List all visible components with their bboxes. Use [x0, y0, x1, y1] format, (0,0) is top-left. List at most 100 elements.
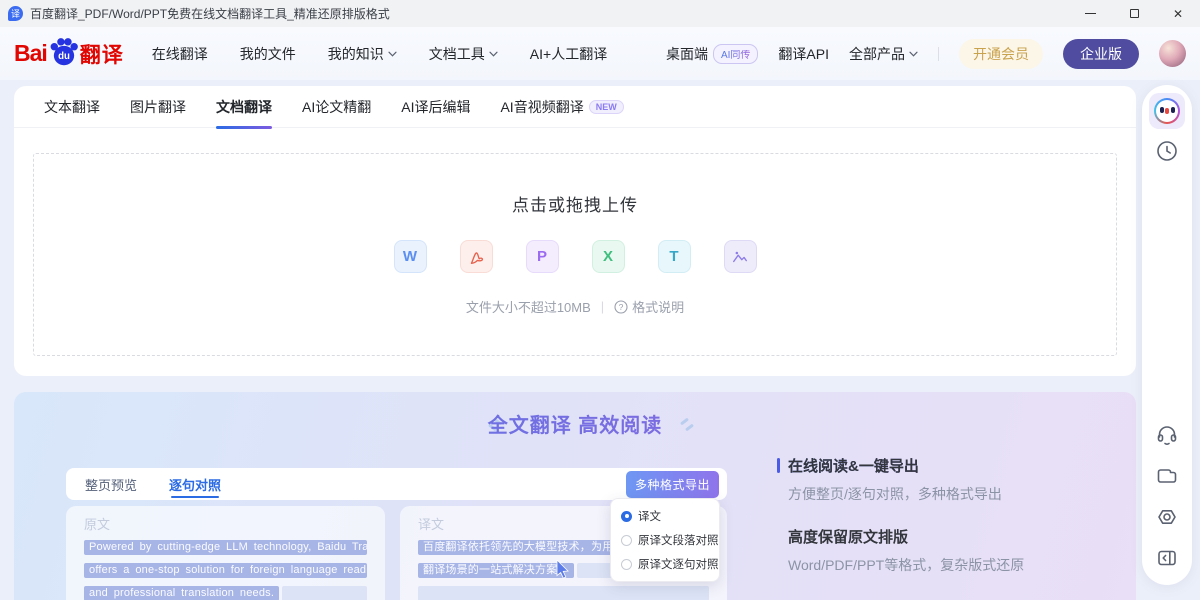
excel-file-icon: X [592, 240, 625, 273]
nav-right-cluster: 桌面端 AI同传 翻译API 全部产品 开通会员 企业版 [666, 39, 1186, 69]
menu-option-label: 原译文逐句对照 [638, 556, 719, 572]
window-titlebar: 译 百度翻译_PDF/Word/PPT免费在线文档翻译工具_精准还原排版格式 ✕ [0, 0, 1200, 27]
tab-document-translate[interactable]: 文档翻译 [216, 86, 272, 128]
file-size-note: 文件大小不超过10MB [466, 297, 591, 316]
translate-api-link[interactable]: 翻译API [778, 44, 829, 64]
desktop-client-link[interactable]: 桌面端 AI同传 [666, 44, 758, 64]
radio-icon [621, 535, 632, 546]
file-type-icons: W P X T [34, 240, 1116, 273]
minimize-button[interactable] [1068, 0, 1112, 27]
section-heading: 全文翻译 高效阅读 [14, 409, 1136, 438]
tab-full-page-preview[interactable]: 整页预览 [85, 468, 137, 500]
image-file-icon [724, 240, 757, 273]
help-circle-icon: ? [614, 300, 628, 314]
feature-desc: 方便整页/逐句对照，多种格式导出 [777, 484, 1002, 504]
logo-text-fanyi: 翻译 [80, 39, 124, 69]
nav-item-my-knowledge[interactable]: 我的知识 [328, 44, 397, 64]
tab-text-translate[interactable]: 文本翻译 [44, 86, 100, 128]
side-toolbar [1142, 85, 1192, 585]
svg-text:?: ? [619, 302, 624, 312]
nav-item-label: 我的知识 [328, 44, 384, 64]
feature-title: 高度保留原文排版 [777, 526, 1024, 547]
feature-online-read-export: 在线阅读&一键导出 方便整页/逐句对照，多种格式导出 [777, 455, 1002, 504]
app-window: 译 百度翻译_PDF/Word/PPT免费在线文档翻译工具_精准还原排版格式 ✕… [0, 0, 1200, 600]
maximize-icon [1130, 9, 1139, 18]
chevron-down-icon [489, 51, 498, 57]
ai-simultaneous-badge: AI同传 [713, 44, 758, 64]
logo-text-bai: Bai [14, 40, 47, 67]
chevron-down-icon [388, 51, 397, 57]
close-button[interactable]: ✕ [1156, 0, 1200, 27]
translate-mode-tabs: 文本翻译 图片翻译 文档翻译 AI论文精翻 AI译后编辑 AI音视频翻译 NEW [14, 86, 1136, 128]
upload-dropzone[interactable]: 点击或拖拽上传 W P X T 文件大小不超过10MB | ? 格式说明 [33, 153, 1117, 356]
radio-icon [621, 559, 632, 570]
full-text-translate-section: 全文翻译 高效阅读 整页预览 逐句对照 多种格式导出 原文 Powered by… [14, 392, 1136, 600]
word-file-icon: W [394, 240, 427, 273]
svg-text:du: du [58, 51, 70, 62]
feature-desc: Word/PDF/PPT等格式，复杂版式还原 [777, 555, 1024, 575]
document-translate-card: 文本翻译 图片翻译 文档翻译 AI论文精翻 AI译后编辑 AI音视频翻译 NEW… [14, 86, 1136, 376]
active-indicator-bar [777, 458, 780, 473]
ppt-file-icon: P [526, 240, 559, 273]
nav-item-label: 文档工具 [429, 44, 485, 64]
nav-item-online-translate[interactable]: 在线翻译 [152, 44, 208, 64]
collapse-button[interactable] [1155, 546, 1179, 570]
nav-item-my-files[interactable]: 我的文件 [240, 44, 296, 64]
tab-label: AI音视频翻译 [500, 97, 583, 117]
desktop-client-label: 桌面端 [666, 44, 708, 64]
tab-sentence-compare[interactable]: 逐句对照 [169, 468, 221, 500]
source-line: offers a one-stop solution for foreign l… [84, 563, 367, 578]
new-badge: NEW [589, 100, 624, 114]
support-button[interactable] [1155, 423, 1179, 447]
all-products-label: 全部产品 [849, 44, 905, 64]
ai-simultaneous-badge-text: AI同传 [721, 50, 750, 61]
format-help-link[interactable]: ? 格式说明 [614, 297, 684, 316]
main-navbar: Bai du 翻译 在线翻译 我的文件 我的知识 文档工具 AI+人工翻译 桌面… [0, 27, 1200, 80]
source-text-panel: 原文 Powered by cutting-edge LLM technolog… [66, 506, 385, 600]
nav-item-doc-tools[interactable]: 文档工具 [429, 44, 498, 64]
feature-title: 在线阅读&一键导出 [777, 455, 1002, 476]
tab-ai-audio-video-translate[interactable]: AI音视频翻译 NEW [500, 86, 623, 128]
menu-option-translation-only[interactable]: 译文 [621, 508, 709, 524]
history-button[interactable] [1155, 139, 1179, 163]
format-help-label: 格式说明 [632, 297, 684, 316]
menu-option-label: 原译文段落对照 [638, 532, 719, 548]
menu-option-sentence-compare[interactable]: 原译文逐句对照 [621, 556, 709, 572]
enterprise-edition-button[interactable]: 企业版 [1063, 39, 1139, 69]
open-membership-button[interactable]: 开通会员 [959, 39, 1043, 69]
tab-ai-paper-translate[interactable]: AI论文精翻 [302, 86, 371, 128]
txt-file-icon: T [658, 240, 691, 273]
export-format-menu: 译文 原译文段落对照 原译文逐句对照 [610, 498, 720, 582]
baidu-paw-icon: du [49, 37, 79, 67]
caption-divider: | [601, 299, 604, 314]
multi-format-export-button[interactable]: 多种格式导出 [626, 471, 719, 498]
decor-leaf-right [680, 419, 694, 431]
pdf-file-icon [460, 240, 493, 273]
window-controls: ✕ [1068, 0, 1200, 27]
ai-assistant-icon [1154, 98, 1180, 124]
nav-divider [938, 47, 939, 61]
nav-items: 在线翻译 我的文件 我的知识 文档工具 AI+人工翻译 [152, 44, 607, 64]
user-avatar[interactable] [1159, 40, 1186, 67]
tab-image-translate[interactable]: 图片翻译 [130, 86, 186, 128]
feature-preserve-layout: 高度保留原文排版 Word/PDF/PPT等格式，复杂版式还原 [777, 526, 1024, 575]
menu-option-paragraph-compare[interactable]: 原译文段落对照 [621, 532, 709, 548]
target-line-empty [418, 586, 709, 600]
chevron-down-icon [909, 51, 918, 57]
files-button[interactable] [1155, 464, 1179, 488]
upload-title: 点击或拖拽上传 [34, 191, 1116, 216]
source-line: Powered by cutting-edge LLM technology, … [84, 540, 367, 555]
mouse-cursor-icon [556, 560, 572, 579]
window-title: 百度翻译_PDF/Word/PPT免费在线文档翻译工具_精准还原排版格式 [30, 5, 390, 22]
ai-assistant-button[interactable] [1149, 93, 1185, 129]
preview-toolbar: 整页预览 逐句对照 多种格式导出 [66, 468, 727, 500]
nav-item-ai-human-translate[interactable]: AI+人工翻译 [530, 44, 607, 64]
maximize-button[interactable] [1112, 0, 1156, 27]
all-products-menu[interactable]: 全部产品 [849, 44, 918, 64]
settings-button[interactable] [1155, 505, 1179, 529]
menu-option-label: 译文 [638, 508, 661, 524]
tab-ai-post-edit[interactable]: AI译后编辑 [401, 86, 470, 128]
minimize-icon [1085, 13, 1096, 15]
baidu-translate-logo[interactable]: Bai du 翻译 [14, 39, 124, 69]
upload-caption: 文件大小不超过10MB | ? 格式说明 [34, 297, 1116, 316]
